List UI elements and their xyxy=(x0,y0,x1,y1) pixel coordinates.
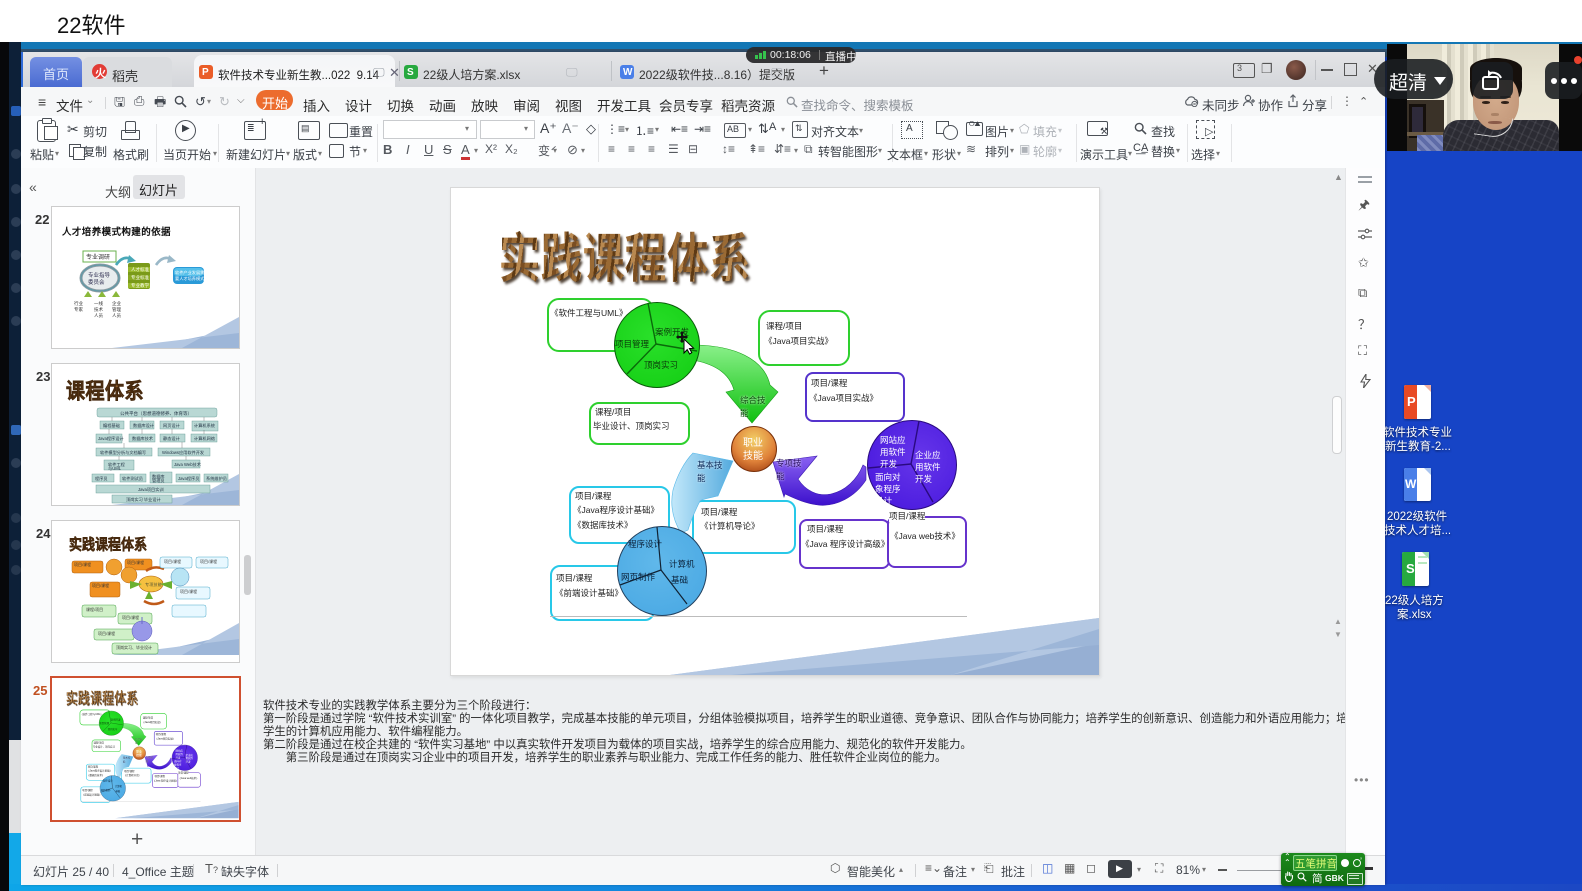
svg-text:专项技能: 专项技能 xyxy=(145,581,163,588)
svg-text:与UML: 与UML xyxy=(108,465,122,472)
svg-text:要人才培养模式: 要人才培养模式 xyxy=(175,275,205,282)
svg-text:计算机网络: 计算机网络 xyxy=(194,435,216,442)
svg-text:项目/课程: 项目/课程 xyxy=(164,558,181,564)
svg-text:一线: 一线 xyxy=(94,300,103,306)
svg-text:项目/课程: 项目/课程 xyxy=(98,630,115,636)
svg-text:静态设计: 静态设计 xyxy=(163,435,180,442)
svg-text:专家: 专家 xyxy=(74,306,83,313)
svg-text:数据库设计: 数据库设计 xyxy=(133,422,154,429)
svg-text:编程基础: 编程基础 xyxy=(103,422,120,429)
svg-text:Java项目实训: Java项目实训 xyxy=(138,486,164,493)
svg-text:程序员: 程序员 xyxy=(95,475,108,482)
svg-text:软件测试员: 软件测试员 xyxy=(122,475,143,482)
svg-text:项目/课程: 项目/课程 xyxy=(127,559,144,565)
svg-text:顶岗实习 毕业设计: 顶岗实习 毕业设计 xyxy=(126,496,161,503)
svg-text:专业教学: 专业教学 xyxy=(131,282,149,289)
svg-text:管理: 管理 xyxy=(112,306,121,313)
svg-text:人才标准: 人才标准 xyxy=(131,266,149,273)
svg-text:网页设计: 网页设计 xyxy=(163,422,180,429)
svg-text:计算机系统: 计算机系统 xyxy=(194,422,215,429)
svg-text:行业: 行业 xyxy=(74,300,83,307)
svg-text:人员: 人员 xyxy=(112,313,121,319)
svg-text:企业: 企业 xyxy=(112,300,121,306)
svg-text:软件产业发展需: 软件产业发展需 xyxy=(175,269,204,276)
svg-text:项目/课程: 项目/课程 xyxy=(92,582,109,588)
svg-text:人员: 人员 xyxy=(94,313,103,319)
svg-text:技术: 技术 xyxy=(94,306,103,313)
svg-text:委员会: 委员会 xyxy=(88,278,105,286)
svg-text:专业标准: 专业标准 xyxy=(131,274,149,281)
svg-text:项目/课程: 项目/课程 xyxy=(74,561,91,567)
svg-text:管理员: 管理员 xyxy=(152,477,165,484)
svg-text:实践课程体系: 实践课程体系 xyxy=(69,536,147,553)
svg-text:Java程序设计: Java程序设计 xyxy=(98,435,124,442)
svg-text:Windows应用软件开发: Windows应用软件开发 xyxy=(162,449,205,456)
svg-text:专业调研: 专业调研 xyxy=(86,253,110,261)
svg-text:公共平台（思想道德修养、体育等）: 公共平台（思想道德修养、体育等） xyxy=(120,410,192,417)
svg-text:项目/课程: 项目/课程 xyxy=(200,558,217,564)
svg-text:数据库技术: 数据库技术 xyxy=(132,435,154,442)
svg-text:人才培养模式构建的依据: 人才培养模式构建的依据 xyxy=(62,226,171,238)
svg-text:课程/项目: 课程/项目 xyxy=(86,606,103,612)
svg-text:项目/课程: 项目/课程 xyxy=(180,588,197,594)
svg-text:项目/课程: 项目/课程 xyxy=(122,614,139,620)
svg-text:Java Web技术: Java Web技术 xyxy=(174,461,202,468)
svg-text:顶岗实习、毕业设计: 顶岗实习、毕业设计 xyxy=(116,644,152,650)
svg-text:专业指导: 专业指导 xyxy=(88,271,111,279)
svg-text:课程体系: 课程体系 xyxy=(66,378,144,404)
svg-text:软件模型分析与文档编写: 软件模型分析与文档编写 xyxy=(100,449,146,456)
svg-text:Java程序员: Java程序员 xyxy=(178,475,199,482)
svg-text:系统维护员: 系统维护员 xyxy=(206,475,227,482)
